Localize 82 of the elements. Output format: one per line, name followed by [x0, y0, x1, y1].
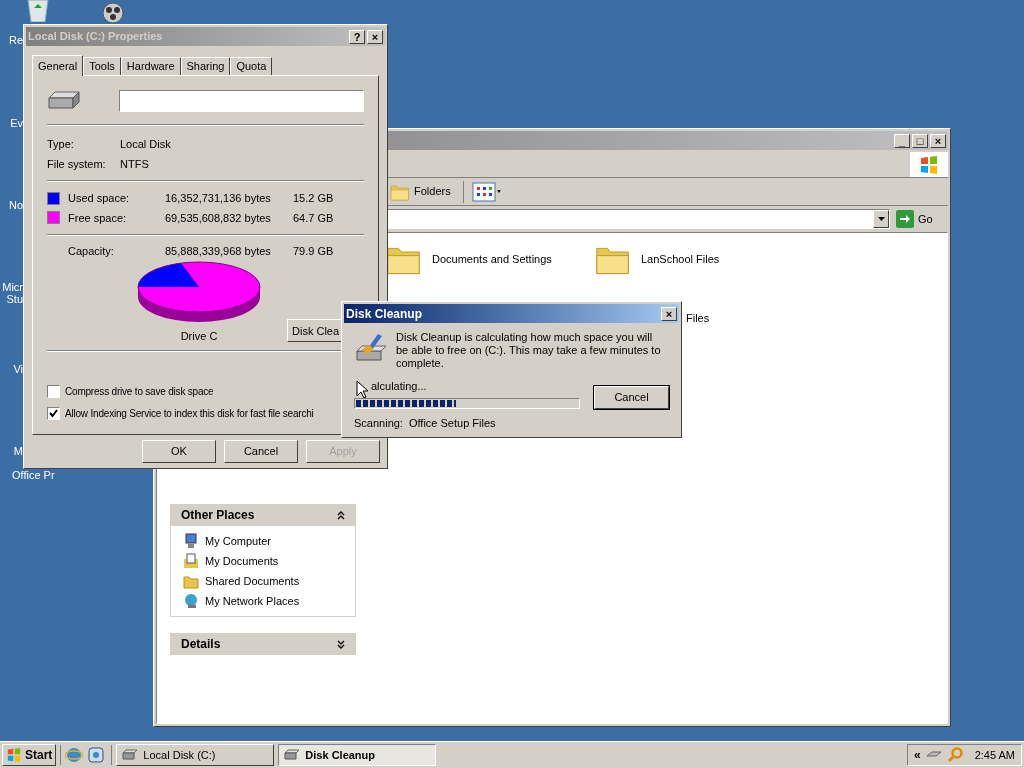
- capacity-size: 79.9 GB: [293, 244, 334, 260]
- folder-label[interactable]: Files: [686, 310, 710, 327]
- panel-title: Details: [181, 636, 221, 653]
- desktop-icon-label[interactable]: Ev: [10, 117, 23, 129]
- tab[interactable]: Tools: [83, 57, 121, 75]
- taskbar-button[interactable]: Local Disk (C:): [116, 744, 275, 766]
- tab[interactable]: Sharing: [180, 57, 231, 75]
- tray-chevron[interactable]: «: [913, 746, 921, 764]
- dropdown-button[interactable]: [873, 210, 889, 228]
- tab[interactable]: Hardware: [120, 57, 181, 75]
- folder-icon: [183, 573, 199, 589]
- tab[interactable]: Quota: [230, 57, 273, 75]
- capacity-label: Capacity:: [68, 244, 115, 260]
- close-button[interactable]: ×: [661, 306, 677, 321]
- panel-title: Other Places: [181, 507, 255, 524]
- desktop-icon-label[interactable]: Re: [8, 34, 23, 46]
- place-link[interactable]: Shared Documents: [205, 572, 300, 590]
- windows-flag-icon: [6, 748, 22, 762]
- place-link[interactable]: My Network Places: [205, 592, 300, 610]
- panel-header[interactable]: Other Places: [170, 504, 356, 526]
- place-link[interactable]: My Documents: [205, 552, 279, 570]
- dialog-title: Local Disk (C:) Properties: [28, 29, 163, 45]
- tab[interactable]: General: [32, 55, 84, 76]
- folder-label[interactable]: LanSchool Files: [641, 250, 720, 268]
- computer-icon: [183, 533, 199, 549]
- documents-icon: [183, 553, 199, 569]
- desktop-icon-label[interactable]: Vi: [13, 363, 23, 375]
- drive-icon: [122, 749, 139, 761]
- views-icon: [471, 181, 502, 202]
- desktop-icon-label[interactable]: Stu: [6, 293, 23, 305]
- space-bytes: 69,535,608,832 bytes: [165, 210, 272, 226]
- checkbox-label: Compress drive to save disk space: [65, 384, 214, 399]
- checkbox[interactable]: [47, 384, 60, 398]
- close-button[interactable]: ×: [367, 29, 383, 44]
- caret-icon: [877, 217, 885, 221]
- desktop-icon-label[interactable]: M: [13, 445, 23, 457]
- film-reel-icon[interactable]: [100, 2, 126, 24]
- collapse-icon[interactable]: [337, 510, 345, 520]
- field-value: Local Disk: [120, 137, 171, 152]
- panel-header[interactable]: Details: [170, 633, 356, 655]
- taskbar-button[interactable]: Disk Cleanup: [278, 744, 437, 766]
- field-value: NTFS: [120, 156, 149, 172]
- dialog-button[interactable]: OK: [142, 440, 216, 463]
- mouse-pointer-icon: [356, 380, 368, 399]
- maximize-button[interactable]: □: [912, 133, 928, 148]
- views-button[interactable]: [469, 181, 504, 202]
- expand-icon[interactable]: [337, 639, 345, 649]
- dialog-button[interactable]: Cancel: [224, 440, 298, 463]
- space-label: Used space:: [68, 190, 131, 206]
- checkbox[interactable]: [47, 406, 60, 420]
- check-icon: [49, 408, 58, 418]
- field-label: File system:: [47, 156, 107, 172]
- space-size: 64.7 GB: [293, 210, 334, 226]
- desktop-icon-label[interactable]: Micr: [2, 281, 23, 293]
- start-button[interactable]: Start: [2, 744, 57, 766]
- folders-button[interactable]: Folders: [388, 182, 453, 201]
- drive-name-field[interactable]: [119, 90, 364, 113]
- drive-icon: [284, 749, 301, 761]
- drive-label: Drive C: [180, 328, 218, 344]
- field-label: Type:: [47, 137, 75, 152]
- minimize-button[interactable]: _: [894, 133, 910, 148]
- space-label: Free space:: [68, 210, 128, 226]
- help-button[interactable]: ?: [349, 29, 365, 44]
- scanning-value: Office Setup Files: [408, 415, 496, 431]
- place-link[interactable]: My Computer: [205, 532, 272, 550]
- space-size: 15.2 GB: [293, 190, 334, 206]
- clock: 2:45 AM: [974, 747, 1015, 763]
- folder-label[interactable]: Documents and Settings: [432, 250, 552, 268]
- cancel-button[interactable]: Cancel: [594, 385, 669, 409]
- cleanup-message: Disk Cleanup is calculating how much space you will be able to free on (C:). This may take a few minutes to complete.: [396, 331, 662, 370]
- status-text: alculating...: [371, 379, 427, 394]
- close-button[interactable]: ×: [930, 133, 946, 148]
- desktop-icon-label[interactable]: No: [8, 199, 23, 211]
- space-bytes: 16,352,731,136 bytes: [165, 190, 272, 206]
- checkbox-label: Allow Indexing Service to index this disk for fast file searchi: [65, 406, 314, 421]
- recycle-bin-icon[interactable]: [25, 0, 51, 22]
- windows-flag-icon: [919, 154, 939, 175]
- go-button[interactable]: Go: [894, 208, 946, 230]
- folder-icon: [390, 182, 410, 201]
- scanning-label: Scanning:: [354, 415, 403, 431]
- capacity-bytes: 85,888,339,968 bytes: [165, 244, 272, 260]
- desktop-icon-label[interactable]: Office Pr: [12, 469, 55, 481]
